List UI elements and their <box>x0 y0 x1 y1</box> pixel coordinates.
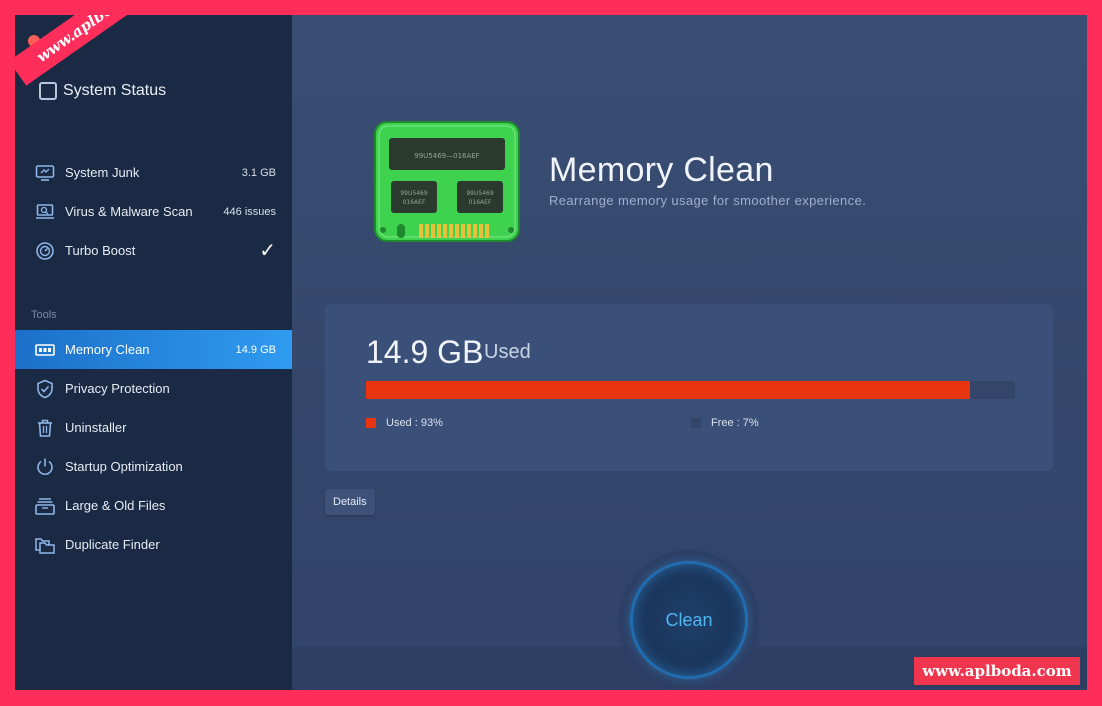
memory-used-amount: 14.9 GB <box>366 334 484 370</box>
watermark-top-left: www.aplboda.com <box>15 15 191 86</box>
page-title: Memory Clean <box>549 151 774 189</box>
legend-used-swatch <box>366 418 376 428</box>
system-status-label: System Status <box>63 82 167 99</box>
sidebar-item-label: Uninstaller <box>65 420 127 435</box>
clean-button[interactable]: Clean <box>633 564 745 676</box>
status-monitor-icon <box>39 82 57 100</box>
file-stack-icon <box>35 496 55 516</box>
sidebar-item-label: Privacy Protection <box>65 381 170 396</box>
laptop-scan-icon <box>35 202 55 222</box>
legend-free: Free : 7% <box>691 417 759 429</box>
page-subtitle: Rearrange memory usage for smoother expe… <box>549 193 867 208</box>
speedometer-icon <box>35 241 55 261</box>
sidebar-item-memory-clean[interactable]: Memory Clean 14.9 GB <box>15 330 292 369</box>
sidebar-item-meta: 446 issues <box>223 205 276 218</box>
sidebar-item-uninstaller[interactable]: Uninstaller <box>15 408 292 447</box>
watermark-bottom-right: www.aplboda.com <box>914 657 1080 685</box>
sidebar-item-virus-malware[interactable]: Virus & Malware Scan 446 issues <box>15 192 292 231</box>
folder-duplicate-icon <box>35 535 55 555</box>
sidebar-item-label: Duplicate Finder <box>65 537 160 552</box>
shield-check-icon <box>35 379 55 399</box>
tools-section-header: Tools <box>31 309 57 321</box>
app-window: System Status System Junk 3.1 GB Virus &… <box>15 15 1087 690</box>
check-icon: ✓ <box>259 240 276 262</box>
legend-free-swatch <box>691 418 701 428</box>
sidebar-item-privacy-protection[interactable]: Privacy Protection <box>15 369 292 408</box>
memory-usage-bar-fill <box>366 381 970 399</box>
clean-button-label: Clean <box>665 609 713 630</box>
sidebar-item-label: System Junk <box>65 165 140 180</box>
watermark-text: www.aplboda.com <box>33 15 166 67</box>
sidebar-item-label: Memory Clean <box>65 342 150 357</box>
monitor-icon <box>35 163 55 183</box>
sidebar-item-label: Virus & Malware Scan <box>65 204 193 219</box>
sidebar-item-label: Large & Old Files <box>65 498 166 513</box>
trash-icon <box>35 418 55 438</box>
memory-usage-card: 14.9 GB Used Used : 93% Free : 7% <box>325 304 1053 471</box>
memory-chip-icon <box>35 340 55 360</box>
sidebar-item-label: Turbo Boost <box>65 243 136 258</box>
main-panel: 99U5469—016AEF 99U5469 016AEF 99U5469 016A… <box>292 15 1087 690</box>
memory-usage-bar <box>366 381 1015 399</box>
legend-used: Used : 93% <box>366 417 443 429</box>
ram-chip-label-top: 99U5469—016AEF <box>414 152 479 160</box>
sidebar-item-duplicate-finder[interactable]: Duplicate Finder <box>15 525 292 564</box>
system-status-link[interactable]: System Status <box>39 82 166 100</box>
sidebar-item-large-old-files[interactable]: Large & Old Files <box>15 486 292 525</box>
details-button[interactable]: Details <box>325 489 375 515</box>
sidebar-item-label: Startup Optimization <box>65 459 183 474</box>
power-icon <box>35 457 55 477</box>
sidebar-item-meta: 3.1 GB <box>241 166 276 179</box>
sidebar-item-system-junk[interactable]: System Junk 3.1 GB <box>15 153 292 192</box>
watermark-text: www.aplboda.com <box>922 662 1072 680</box>
ram-module-icon: 99U5469—016AEF 99U5469 016AEF 99U5469 016A… <box>374 121 520 242</box>
sidebar-item-startup-optimization[interactable]: Startup Optimization <box>15 447 292 486</box>
memory-used-label: Used <box>484 341 531 363</box>
legend-free-text: Free : 7% <box>711 417 759 429</box>
sidebar-item-meta: 14.9 GB <box>235 343 276 356</box>
legend-used-text: Used : 93% <box>386 417 443 429</box>
sidebar: System Status System Junk 3.1 GB Virus &… <box>15 15 292 690</box>
sidebar-item-turbo-boost[interactable]: Turbo Boost ✓ <box>15 231 292 270</box>
